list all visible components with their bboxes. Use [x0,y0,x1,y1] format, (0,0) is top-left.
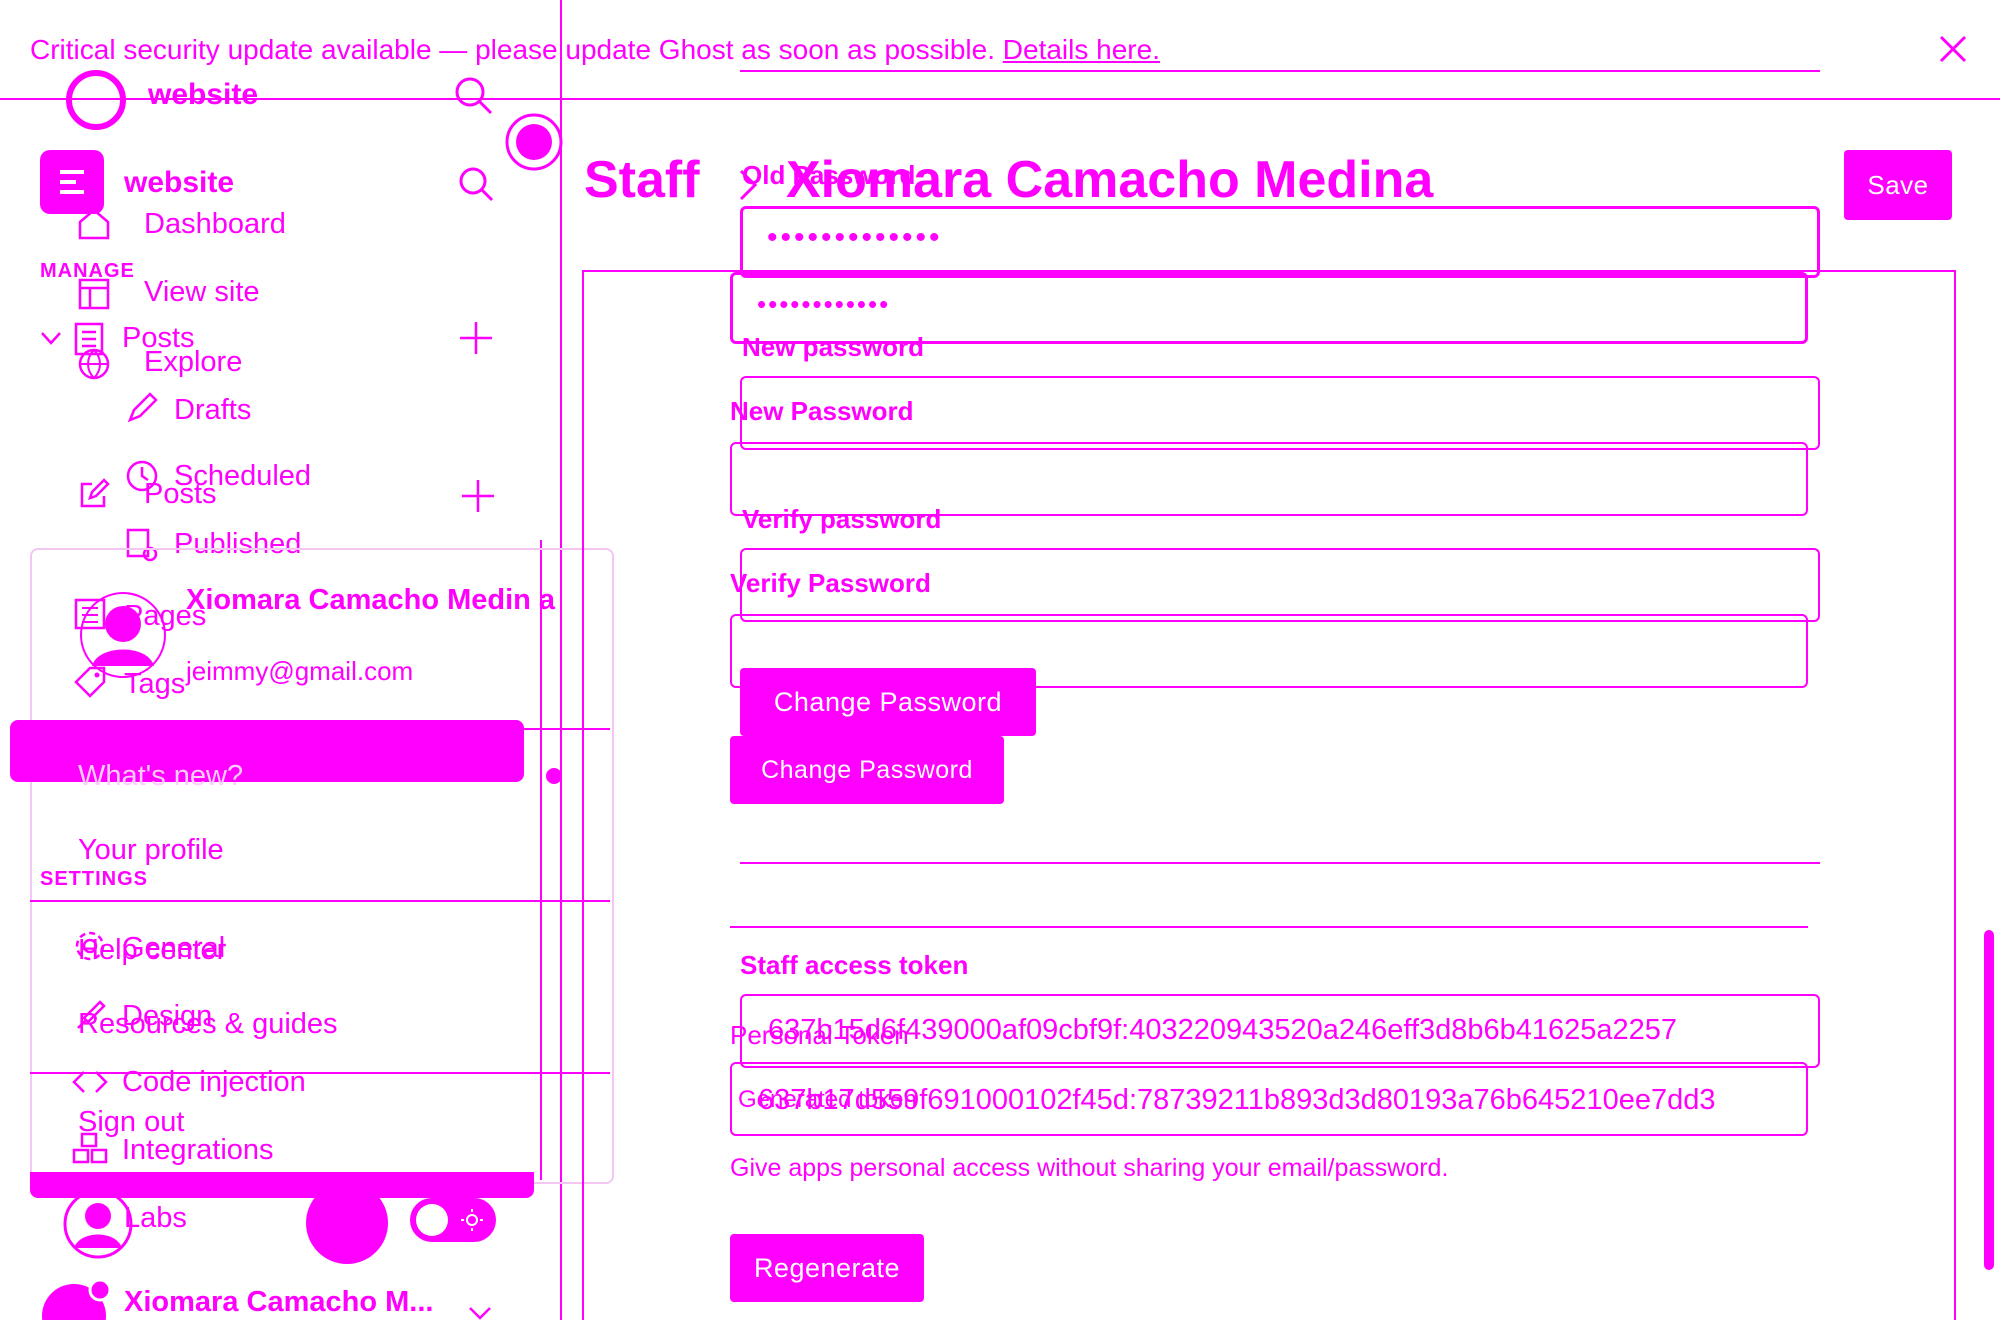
footer-user-name[interactable]: Xiomara Camacho M... [124,1286,433,1319]
verify-password-label: Verify password [742,504,942,534]
ghost-logo-icon [66,70,126,130]
theme-toggle[interactable] [410,1198,496,1242]
pencil-icon [126,392,158,424]
menu-item-your-profile[interactable]: Your profile [78,834,224,867]
sidebar-item-view-site[interactable]: View site [144,276,260,309]
banner-text: Critical security update available — ple… [30,34,995,65]
change-password-button-secondary[interactable]: Change Password [730,736,1004,804]
security-banner: Critical security update available — ple… [30,34,1160,66]
sidebar-item-labs[interactable]: Labs [124,1202,187,1235]
breadcrumb[interactable]: Staff [584,150,700,210]
sidebar-item-pages[interactable]: Pages [124,600,206,633]
menu-item-whats-new[interactable]: What's new? [78,760,243,793]
token-label: Personal Token [730,1020,909,1050]
menu-item-resources[interactable]: Resources & guides [78,1008,338,1041]
old-password-input[interactable]: ••••••••••••• [740,206,1820,278]
section-divider-secondary [730,926,1808,928]
staff-token-heading: Staff access token [740,950,969,980]
old-password-value-secondary: •••••••••••• [757,289,891,319]
search-icon[interactable] [458,166,494,202]
scrollbar[interactable] [1984,930,1994,1270]
old-password-value: ••••••••••••• [767,221,943,254]
top-rule [740,70,1820,72]
resize-handle-icon[interactable] [504,112,564,172]
menu-item-help-center[interactable]: Help center [78,934,226,967]
generated-token-label: Generated token [738,1086,917,1113]
pages-icon [74,598,106,630]
globe-icon [78,348,110,380]
view-site-icon [78,278,110,310]
sidebar-item-dashboard[interactable]: Dashboard [144,208,286,241]
sidebar-item-integrations[interactable]: Integrations [122,1134,274,1167]
dropdown-user-email: jeimmy@gmail.com [186,656,414,686]
chevron-down-icon[interactable] [40,330,62,346]
new-password-label: New password [742,332,925,362]
chevron-down-icon[interactable] [468,1306,492,1320]
clock-icon [126,460,158,492]
sidebar-item-code-injection[interactable]: Code injection [122,1066,306,1099]
status-circle-icon [306,1182,388,1264]
old-password-label: Old Password [742,160,916,190]
notification-dot-icon [546,768,562,784]
home-icon [78,208,110,240]
tag-icon [74,666,106,698]
banner-divider [0,98,2000,100]
integrations-icon [72,1132,108,1166]
menu-rule [30,728,610,730]
change-password-button[interactable]: Change Password [740,668,1036,736]
search-icon[interactable] [454,76,494,116]
site-icon [40,150,104,214]
site-name-secondary: website [124,166,235,199]
sidebar-item-tags[interactable]: Tags [124,668,185,701]
toggle-knob [416,1204,448,1236]
footer-avatar-icon[interactable] [40,1276,110,1320]
add-post-icon[interactable] [458,320,494,356]
menu-divider-2 [30,1072,610,1074]
site-name: website [148,78,259,111]
code-icon [72,1068,108,1096]
banner-details-link[interactable]: Details here. [1003,34,1160,65]
token-hint: Give apps personal access without sharin… [730,1154,1449,1182]
new-password-label-secondary: New Password [730,396,914,426]
add-post-icon[interactable] [460,478,496,514]
menu-divider [30,900,610,902]
close-icon[interactable] [1938,34,1968,64]
edit-icon [78,478,110,510]
save-button[interactable]: Save [1844,150,1952,220]
sidebar-item-scheduled[interactable]: Scheduled [174,460,311,493]
sun-icon [461,1209,483,1231]
sidebar-item-explore[interactable]: Explore [144,346,242,379]
verify-password-label-secondary: Verify Password [730,568,931,598]
dropdown-user-name: Xiomara Camacho Medin a [186,584,556,616]
regenerate-button[interactable]: Regenerate [730,1234,924,1302]
settings-heading: SETTINGS [40,868,149,890]
section-divider [740,862,1820,864]
sidebar-item-drafts[interactable]: Drafts [174,394,251,427]
